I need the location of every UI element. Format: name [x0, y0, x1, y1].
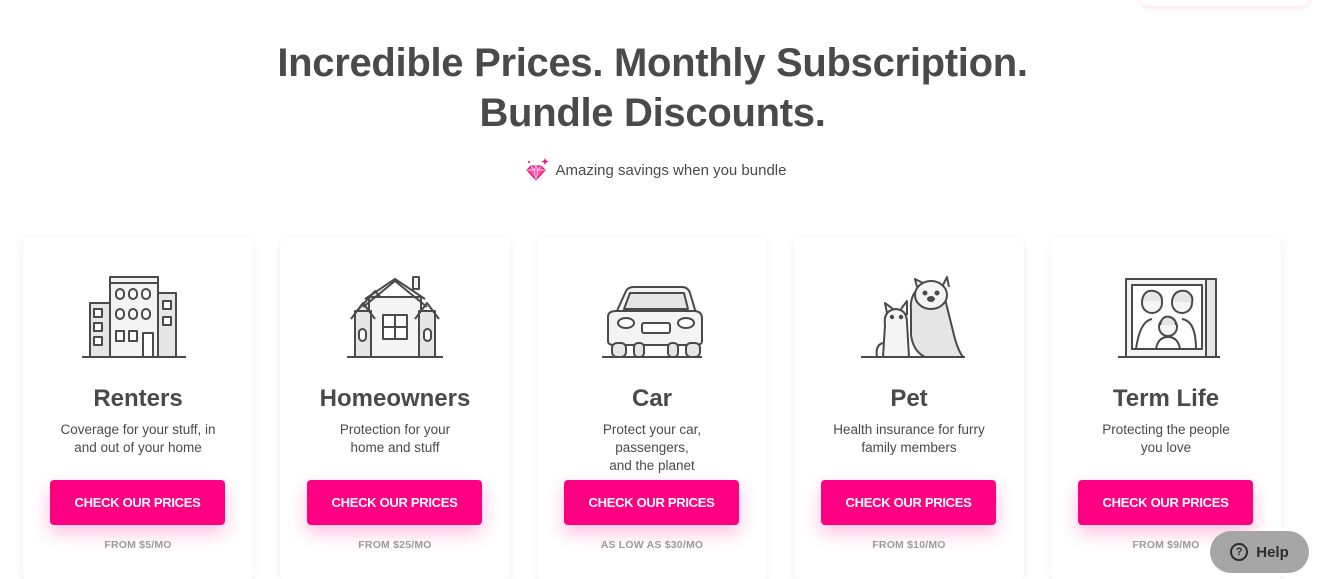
product-card-car: Car Protect your car, passengers, and th… [537, 237, 767, 579]
card-title: Homeowners [319, 385, 471, 412]
card-title: Pet [890, 385, 928, 412]
product-card-pet: Pet Health insurance for furry family me… [794, 237, 1024, 579]
product-card-homeowners: Homeowners Protection for your home and … [280, 237, 510, 579]
card-description: Health insurance for furry family member… [822, 421, 996, 457]
help-label: Help [1256, 543, 1289, 561]
card-description-line: you love [1140, 440, 1192, 455]
house-icon [325, 271, 465, 363]
card-title: Car [631, 385, 673, 412]
card-title: Term Life [1112, 385, 1220, 412]
card-price: FROM $10/MO [872, 539, 946, 551]
question-circle-icon: ? [1230, 543, 1249, 561]
card-price: FROM $25/MO [358, 539, 432, 551]
card-description-line: Health insurance for furry [833, 422, 985, 437]
savings-text: Amazing savings when you bundle [555, 161, 787, 179]
card-description-line: and out of your home [74, 440, 202, 455]
diamond-icon [524, 156, 550, 184]
top-decoration [1140, 0, 1310, 6]
card-description: Protecting the people you love [1079, 421, 1253, 457]
car-icon [582, 271, 722, 363]
card-description-line: Protection for your [339, 422, 451, 437]
product-card-renters: Renters Coverage for your stuff, in and … [23, 237, 253, 579]
help-button[interactable]: ? Help [1210, 531, 1309, 573]
card-description-line: Protecting the people [1102, 422, 1230, 437]
card-description-line: home and stuff [350, 440, 440, 455]
check-prices-button-homeowners[interactable]: CHECK OUR PRICES [307, 480, 482, 525]
card-description-line: and the planet [609, 458, 695, 473]
card-description: Coverage for your stuff, in and out of y… [51, 421, 225, 457]
card-price: FROM $5/MO [104, 539, 172, 551]
family-portrait-icon [1096, 271, 1236, 363]
product-card-term-life: Term Life Protecting the people you love… [1051, 237, 1281, 579]
card-title: Renters [93, 385, 183, 412]
check-prices-button-term-life[interactable]: CHECK OUR PRICES [1078, 480, 1253, 525]
card-price: AS LOW AS $30/MO [600, 539, 704, 551]
card-description-line: Coverage for your stuff, in [60, 422, 216, 437]
check-prices-button-car[interactable]: CHECK OUR PRICES [564, 480, 739, 525]
card-description: Protection for your home and stuff [308, 421, 482, 457]
cat-and-dog-icon [839, 271, 979, 363]
card-description: Protect your car, passengers, and the pl… [565, 421, 739, 475]
product-cards: Renters Coverage for your stuff, in and … [23, 237, 1281, 579]
check-prices-button-pet[interactable]: CHECK OUR PRICES [821, 480, 996, 525]
headline-line-1: Incredible Prices. Monthly Subscription. [277, 41, 1028, 85]
card-description-line: Protect your car, passengers, [602, 422, 702, 455]
bundle-savings-note: Amazing savings when you bundle [0, 156, 1310, 184]
check-prices-button-renters[interactable]: CHECK OUR PRICES [50, 480, 225, 525]
card-description-line: family members [861, 440, 957, 455]
headline-line-2: Bundle Discounts. [479, 91, 826, 135]
apartment-building-icon [68, 271, 208, 363]
page-headline: Incredible Prices. Monthly Subscription.… [0, 38, 1305, 138]
